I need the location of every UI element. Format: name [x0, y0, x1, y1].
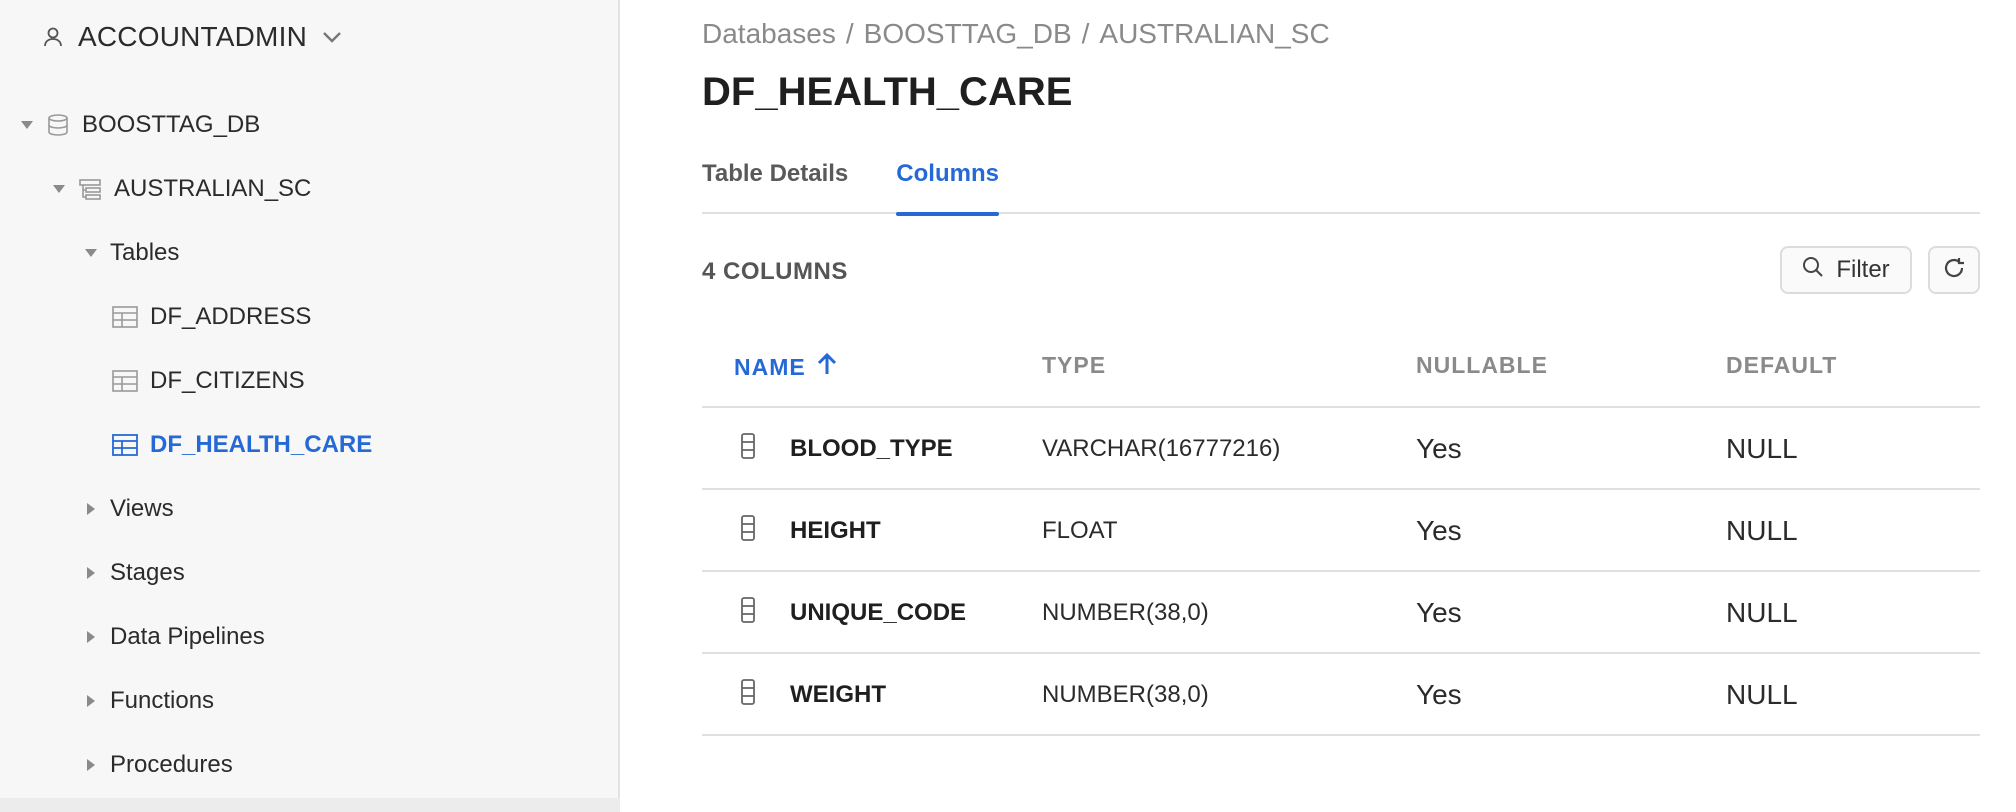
tree-database[interactable]: BOOSTTAG_DB	[18, 105, 260, 145]
refresh-button[interactable]	[1928, 246, 1980, 294]
search-icon	[1802, 256, 1824, 285]
cell-nullable: Yes	[1416, 597, 1462, 628]
caret-down-icon[interactable]	[18, 120, 36, 130]
chevron-down-icon	[321, 30, 343, 44]
sidebar: ACCOUNTADMIN BOOSTTAG_DB AUSTRALIAN_SC T…	[0, 0, 620, 812]
tree-procedures[interactable]: Procedures	[82, 745, 233, 785]
table-row[interactable]: HEIGHT FLOAT Yes NULL	[702, 490, 1980, 572]
tree-views[interactable]: Views	[82, 489, 174, 529]
cell-name: UNIQUE_CODE	[790, 599, 967, 626]
cell-name: BLOOD_TYPE	[790, 435, 953, 462]
cell-default: NULL	[1726, 515, 1798, 546]
header-default[interactable]: DEFAULT	[1726, 352, 1837, 379]
tab-table-details[interactable]: Table Details	[702, 150, 848, 214]
tree-table-item[interactable]: DF_CITIZENS	[112, 361, 305, 401]
tree-table-item[interactable]: DF_ADDRESS	[112, 297, 311, 337]
breadcrumb-database[interactable]: BOOSTTAG_DB	[864, 18, 1072, 50]
tree-procedures-label: Procedures	[110, 751, 233, 778]
tree-schema[interactable]: AUSTRALIAN_SC	[50, 169, 311, 209]
tree-views-label: Views	[110, 495, 174, 522]
column-icon	[740, 678, 756, 711]
table-header: NAME TYPE NULLABLE DEFAULT	[702, 330, 1980, 408]
cell-nullable: Yes	[1416, 433, 1462, 464]
column-icon	[740, 514, 756, 547]
tree-table-label: DF_CITIZENS	[150, 367, 305, 394]
header-name[interactable]: NAME	[734, 352, 838, 382]
cell-type: VARCHAR(16777216)	[1042, 435, 1281, 462]
cell-nullable: Yes	[1416, 679, 1462, 710]
table-icon	[112, 370, 138, 392]
user-icon	[42, 26, 64, 48]
tree-table-label: DF_ADDRESS	[150, 303, 312, 330]
sidebar-bottom-strip	[0, 798, 620, 812]
caret-right-icon[interactable]	[82, 502, 100, 516]
column-icon	[740, 596, 756, 629]
tab-columns[interactable]: Columns	[896, 150, 999, 216]
caret-down-icon[interactable]	[50, 184, 68, 194]
table-row[interactable]: UNIQUE_CODE NUMBER(38,0) Yes NULL	[702, 572, 1980, 654]
filter-label: Filter	[1836, 256, 1890, 283]
tree-functions-label: Functions	[110, 687, 215, 714]
role-label: ACCOUNTADMIN	[78, 21, 307, 52]
main-panel: Databases / BOOSTTAG_DB / AUSTRALIAN_SC …	[620, 0, 2016, 812]
tree-table-item-active[interactable]: DF_HEALTH_CARE	[112, 425, 372, 465]
cell-type: NUMBER(38,0)	[1042, 599, 1209, 626]
header-type[interactable]: TYPE	[1042, 352, 1106, 379]
table-icon	[112, 434, 138, 456]
tree-table-label: DF_HEALTH_CARE	[150, 431, 373, 458]
tree-pipelines[interactable]: Data Pipelines	[82, 617, 265, 657]
table-row[interactable]: WEIGHT NUMBER(38,0) Yes NULL	[702, 654, 1980, 736]
cell-default: NULL	[1726, 679, 1798, 710]
refresh-icon	[1941, 255, 1967, 286]
table-icon	[112, 306, 138, 328]
arrow-up-icon	[816, 352, 838, 382]
header-name-label: NAME	[734, 353, 806, 380]
cell-default: NULL	[1726, 597, 1798, 628]
header-nullable[interactable]: NULLABLE	[1416, 352, 1548, 379]
tree-functions[interactable]: Functions	[82, 681, 214, 721]
cell-type: FLOAT	[1042, 517, 1118, 544]
cell-name: WEIGHT	[790, 681, 886, 708]
tree-stages-label: Stages	[110, 559, 185, 586]
table-row[interactable]: BLOOD_TYPE VARCHAR(16777216) Yes NULL	[702, 408, 1980, 490]
cell-nullable: Yes	[1416, 515, 1462, 546]
tree-tables[interactable]: Tables	[82, 233, 179, 273]
caret-down-icon[interactable]	[82, 248, 100, 258]
tree-pipelines-label: Data Pipelines	[110, 623, 265, 650]
columns-count: 4 COLUMNS	[702, 258, 848, 285]
caret-right-icon[interactable]	[82, 566, 100, 580]
tab-bar: Table Details Columns	[702, 150, 1980, 216]
breadcrumb-separator: /	[845, 18, 854, 49]
cell-name: HEIGHT	[790, 517, 881, 544]
filter-button[interactable]: Filter	[1780, 246, 1912, 294]
cell-type: NUMBER(38,0)	[1042, 681, 1209, 708]
database-icon	[46, 113, 70, 137]
tree-tables-label: Tables	[110, 239, 180, 266]
tree-database-label: BOOSTTAG_DB	[82, 111, 261, 138]
role-selector[interactable]: ACCOUNTADMIN	[42, 18, 343, 56]
caret-right-icon[interactable]	[82, 694, 100, 708]
breadcrumb: Databases / BOOSTTAG_DB / AUSTRALIAN_SC	[702, 18, 1330, 50]
caret-right-icon[interactable]	[82, 758, 100, 772]
tree-stages[interactable]: Stages	[82, 553, 185, 593]
schema-icon	[78, 177, 102, 201]
column-icon	[740, 432, 756, 465]
tree-schema-label: AUSTRALIAN_SC	[114, 175, 312, 202]
caret-right-icon[interactable]	[82, 630, 100, 644]
page-title: DF_HEALTH_CARE	[702, 70, 1073, 114]
breadcrumb-separator: /	[1081, 18, 1090, 49]
breadcrumb-schema[interactable]: AUSTRALIAN_SC	[1099, 18, 1329, 50]
cell-default: NULL	[1726, 433, 1798, 464]
breadcrumb-databases[interactable]: Databases	[702, 18, 836, 50]
columns-table: NAME TYPE NULLABLE DEFAULT BLOOD_TYPE VA…	[702, 330, 1980, 736]
